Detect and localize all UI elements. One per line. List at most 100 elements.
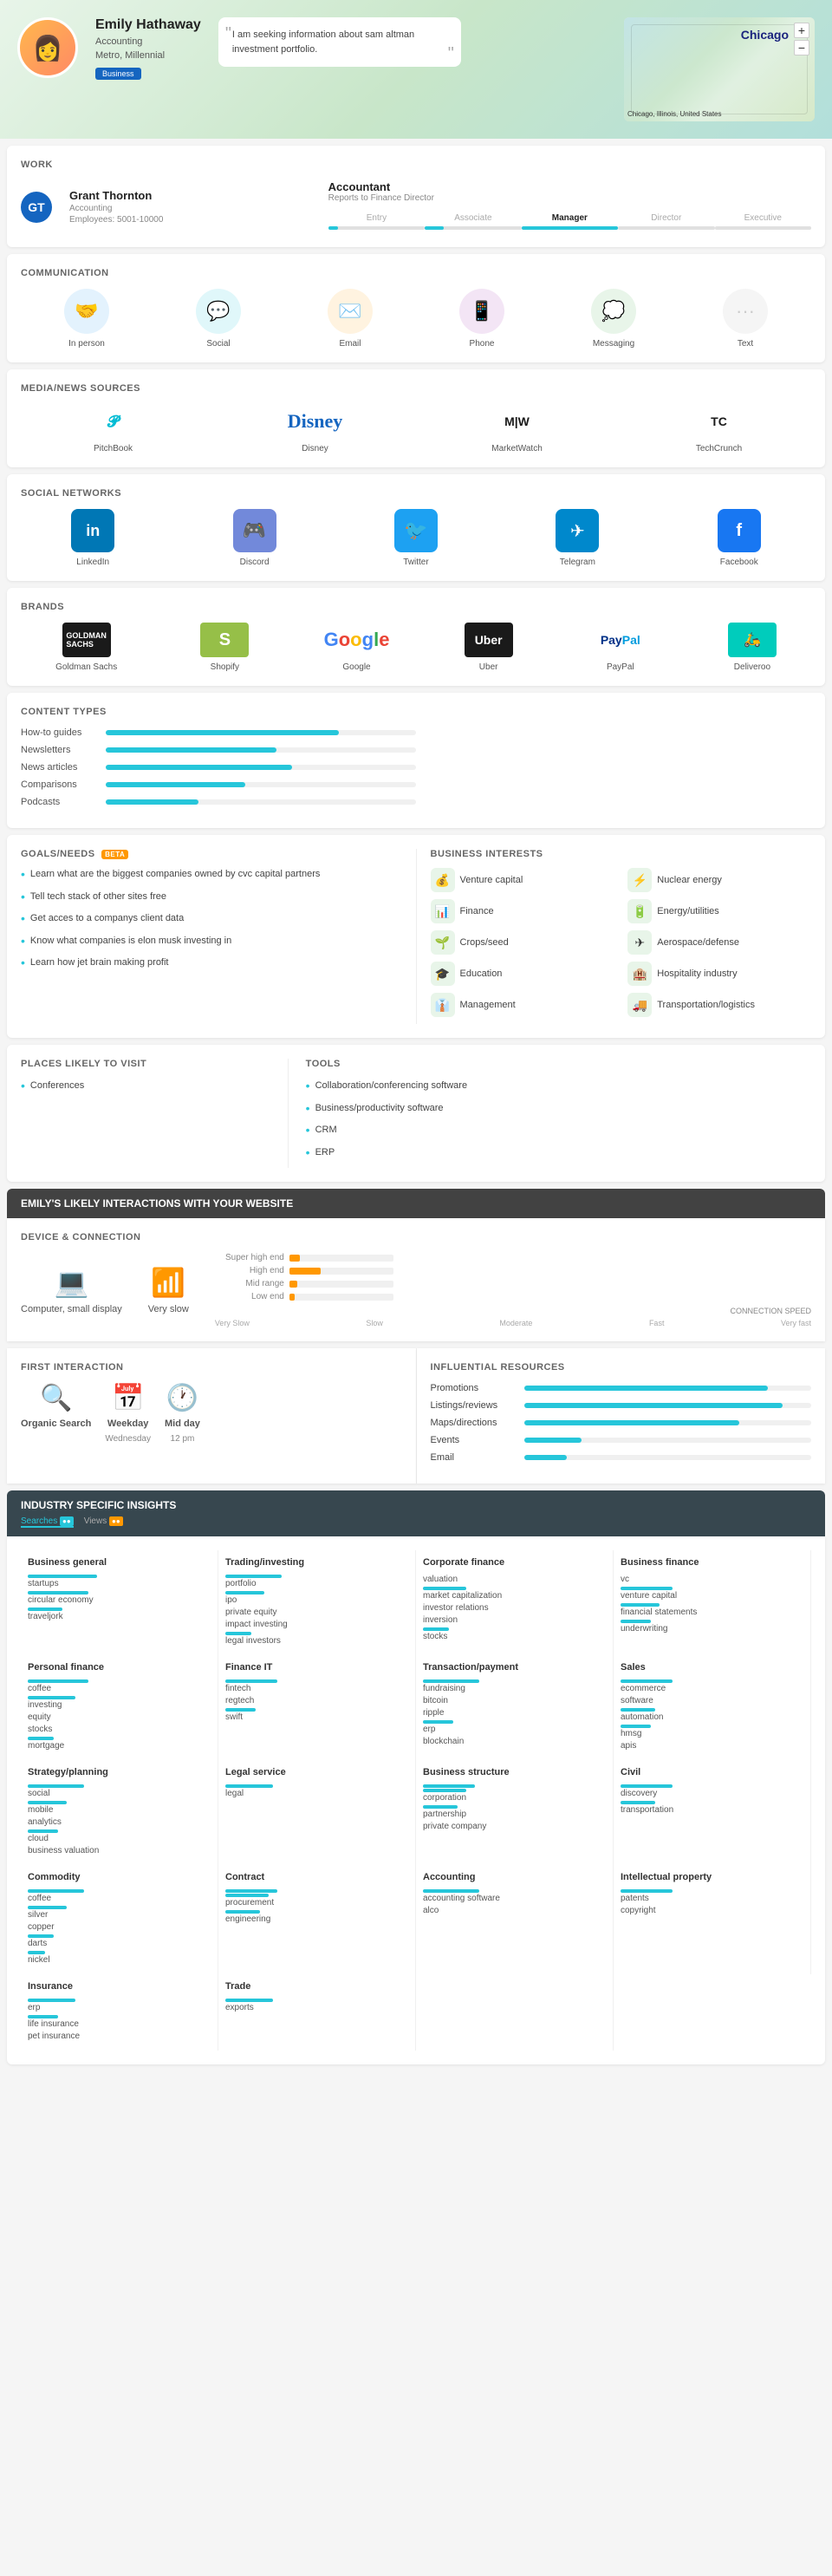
kw-bar [621,1603,660,1607]
tab-searches[interactable]: Searches ●● [21,1516,74,1528]
media-pitchbook: 𝓟 PitchBook [88,404,140,453]
conn-label-2: Mid range [215,1279,284,1288]
brands-grid: GOLDMANSACHS Goldman Sachs S Shopify Goo… [21,623,811,672]
goals-title: GOALS/NEEDS BETA [21,849,402,859]
brand-deliveroo: 🛵 Deliveroo [728,623,777,672]
fi-time: 🕐 Mid day 12 pm [165,1383,200,1444]
kw-software: software [621,1696,803,1705]
tab-views[interactable]: Views ●● [84,1516,123,1528]
views-badge: ●● [109,1516,123,1526]
career-director[interactable]: Director [618,210,714,233]
place-label-0: Conferences [30,1079,84,1092]
col-business-general: Business general startups circular econo… [21,1550,218,1655]
kw-accounting-sw: accounting software [423,1894,606,1903]
kw-blockchain: blockchain [423,1737,606,1746]
comm-email: ✉️ Email [328,289,373,349]
career-executive[interactable]: Executive [715,210,811,233]
bullet-icon: • [21,889,25,906]
fi-ir-container: FIRST INTERACTION 🔍 Organic Search 📅 Wee… [7,1348,825,1484]
kw-valuation: valuation [423,1575,606,1584]
kw-mortgage: mortgage [28,1741,211,1751]
kw-engineering: engineering [225,1914,408,1924]
career-levels: Entry Associate Manager Director Executi… [328,210,811,233]
goal-3: • Know what companies is elon musk inves… [21,935,402,950]
social-section: SOCIAL NETWORKS in LinkedIn 🎮 Discord 🐦 … [7,474,825,581]
col-title-16: Insurance [28,1981,211,1992]
kw-erp-ins: erp [28,2003,211,2012]
kw-bar [621,1708,655,1712]
tool-label-1: Business/productivity software [315,1102,444,1115]
communication-section: COMMUNICATION 🤝 In person 💬 Social ✉️ Em… [7,254,825,362]
kw-bar [28,1591,88,1595]
biz-label-1: Finance [460,906,494,916]
kw-inversion: inversion [423,1615,606,1625]
transport-icon: 🚚 [627,993,652,1017]
media-label-3: TechCrunch [696,444,742,453]
content-label-3: Comparisons [21,779,99,790]
first-interaction-section: FIRST INTERACTION 🔍 Organic Search 📅 Wee… [7,1348,417,1484]
goldman-logo: GOLDMANSACHS [62,623,111,657]
content-row-0: How-to guides [21,727,416,738]
kw-ipo: ipo [225,1595,408,1605]
bullet-icon: • [21,910,25,928]
goal-text-4: Learn how jet brain making profit [30,956,169,969]
wifi-icon: 📶 [151,1266,185,1299]
kw-bar [225,1889,277,1893]
biz-label-0: Venture capital [460,875,523,885]
kw-bar [28,1999,75,2002]
col-strategy: Strategy/planning social mobile analytic… [21,1760,218,1865]
col-title-5: Finance IT [225,1662,408,1673]
fi-day-label: Weekday [107,1418,149,1429]
brand-goldman: GOLDMANSACHS Goldman Sachs [55,623,117,672]
speed-1: Slow [366,1319,383,1327]
col-title-1: Trading/investing [225,1557,408,1568]
media-label-2: MarketWatch [491,444,543,453]
kw-equity: equity [28,1712,211,1722]
places-section: PLACES LIKELY TO VISIT • Conferences [21,1059,289,1168]
brand-label-5: Deliveroo [734,662,770,672]
career-associate[interactable]: Associate [425,210,521,233]
work-info: Grant Thornton Accounting Employees: 500… [69,189,311,225]
kw-bar [621,1725,651,1728]
comm-label-4: Messaging [593,339,634,349]
kw-ripple: ripple [423,1708,606,1718]
uber-logo: Uber [465,623,513,657]
map-controls[interactable]: + − [794,23,809,55]
col-title-12: Commodity [28,1872,211,1882]
brand-uber: Uber Uber [465,623,513,672]
conn-row-3: Low end [215,1292,811,1301]
map-zoom-out[interactable]: − [794,40,809,55]
media-disney: Disney Disney [289,404,341,453]
profile-map: Chicago + − Chicago, Illinois, United St… [624,17,815,121]
biz-label-4: Management [460,1000,516,1010]
goal-text-3: Know what companies is elon musk investi… [30,935,231,948]
kw-bar [423,1789,466,1792]
goal-4: • Learn how jet brain making profit [21,956,402,972]
career-entry[interactable]: Entry [328,210,425,233]
conn-speed-labels: Very Slow Slow Moderate Fast Very fast [215,1319,811,1327]
resource-label-4: Email [431,1452,517,1463]
biz-8: 🏨 Hospitality industry [627,962,811,986]
search-icon: 🔍 [40,1383,72,1413]
kw-inv-rel: investor relations [423,1603,606,1613]
telegram-icon: ✈ [556,509,599,552]
biz-9: 🚚 Transportation/logistics [627,993,811,1017]
kw-copyright: copyright [621,1906,803,1915]
work-company: Grant Thornton [69,189,311,202]
goal-0: • Learn what are the biggest companies o… [21,868,402,884]
biz-label-5: Nuclear energy [657,875,722,885]
discord-icon: 🎮 [233,509,276,552]
kw-bar [423,1889,479,1893]
goal-2: • Get acces to a companys client data [21,912,402,928]
kw-vc: vc [621,1575,803,1584]
hospitality-icon: 🏨 [627,962,652,986]
kw-copper: copper [28,1922,211,1932]
comm-messaging: 💭 Messaging [591,289,636,349]
brands-title: BRANDS [21,602,811,612]
career-manager[interactable]: Manager [522,210,618,233]
facebook-icon: f [718,509,761,552]
techcrunch-logo: TC [693,404,745,439]
conn-row-0: Super high end [215,1253,811,1262]
comm-title: COMMUNICATION [21,268,811,278]
map-zoom-in[interactable]: + [794,23,809,38]
